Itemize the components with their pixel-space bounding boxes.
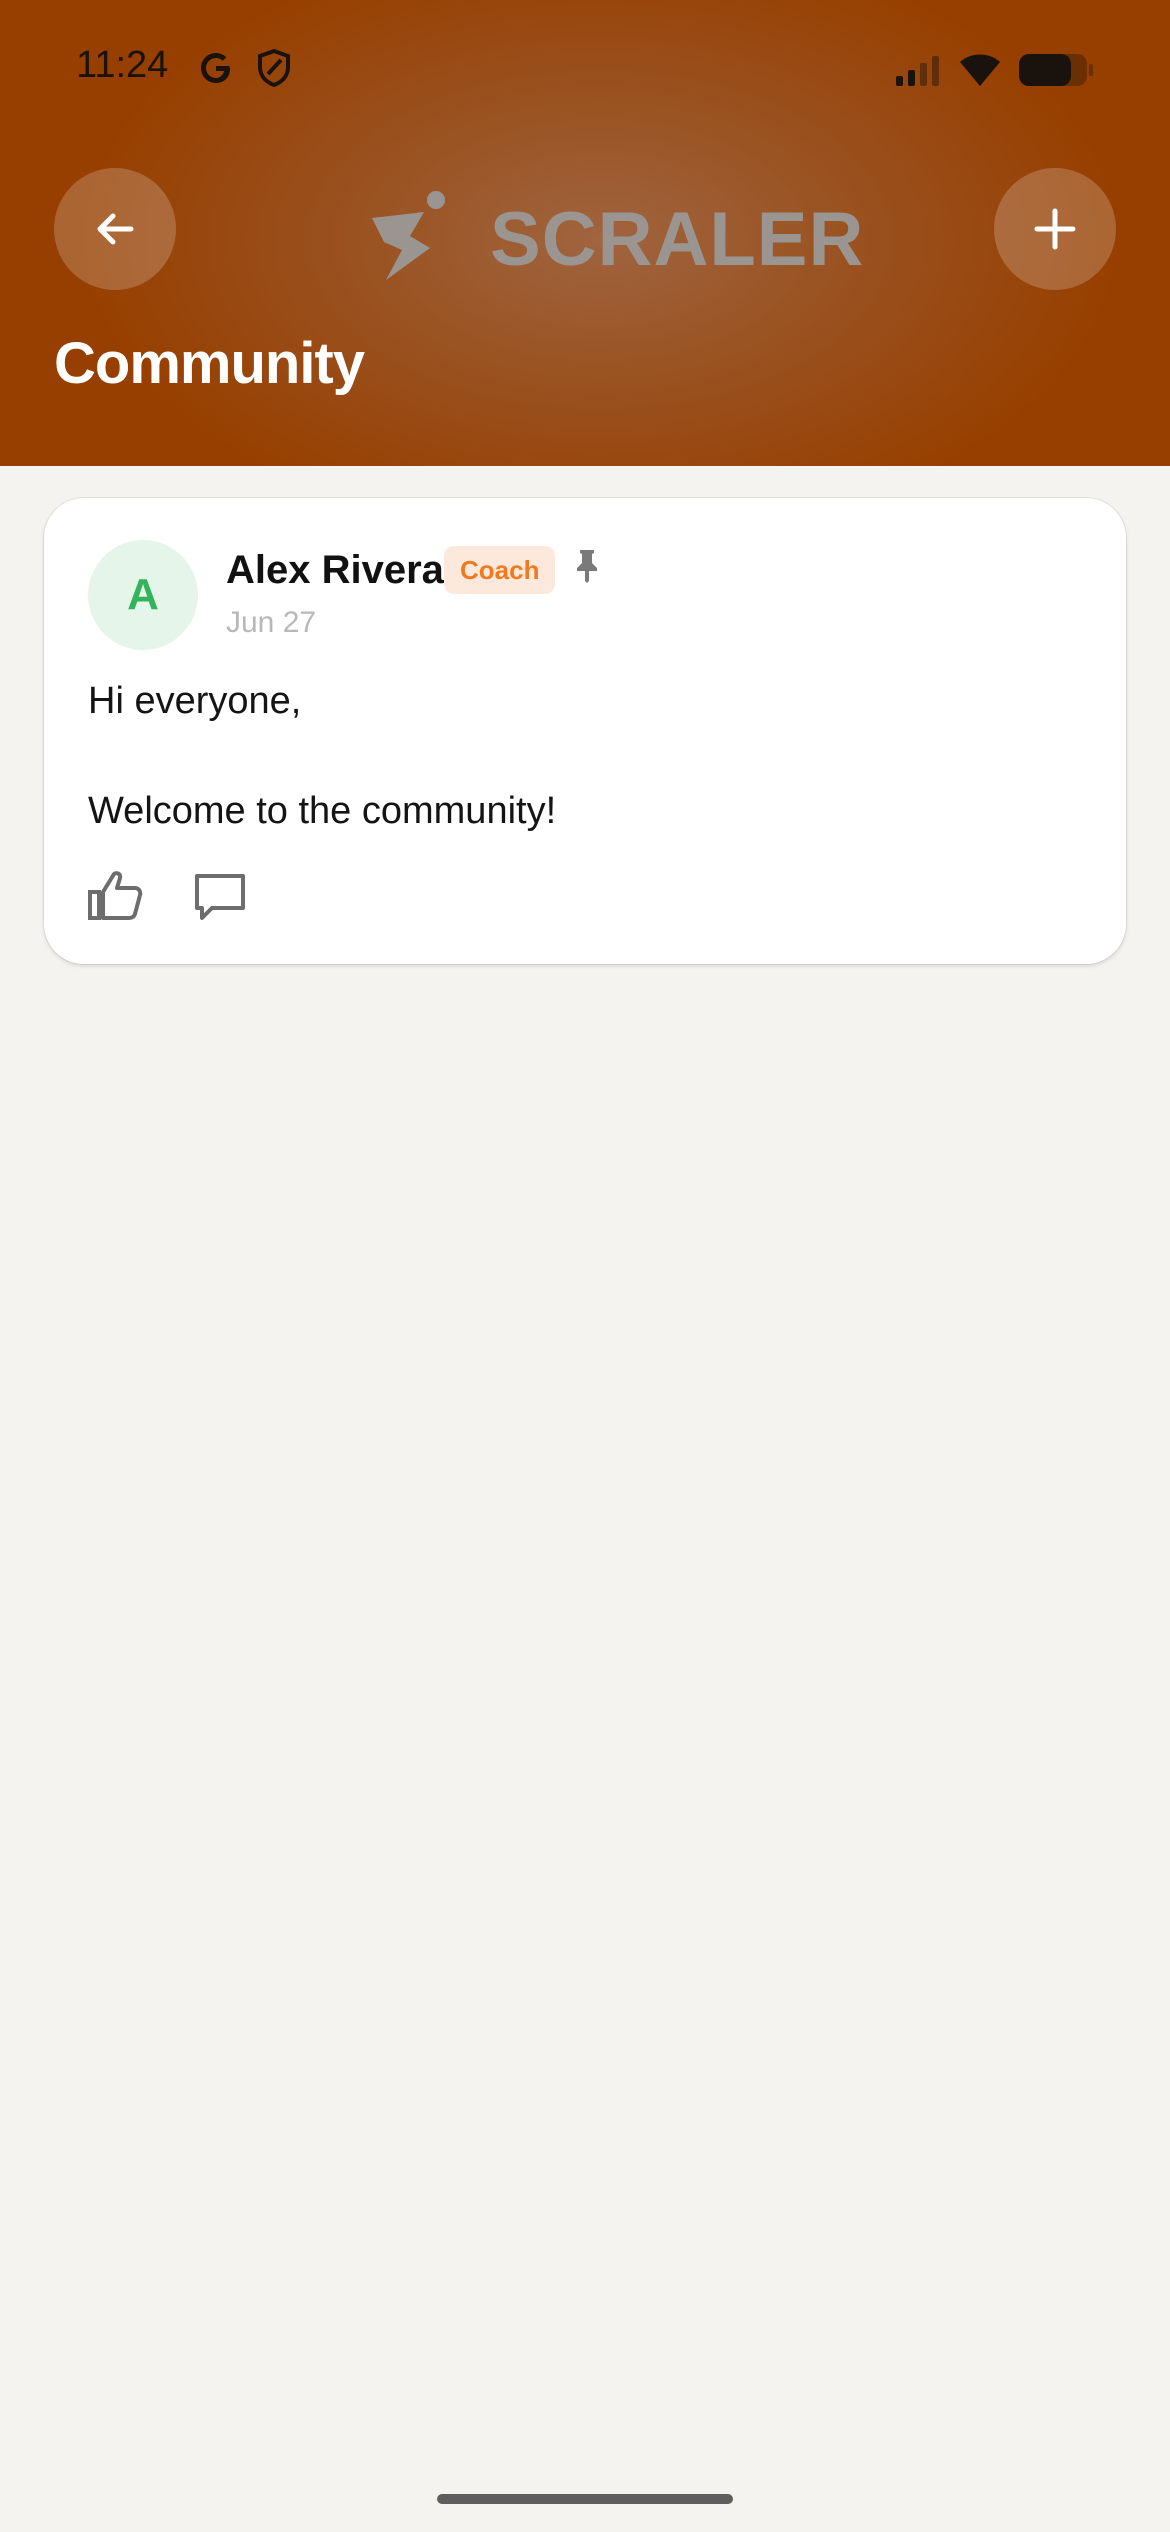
page-title: Community [54, 331, 365, 396]
header: 11:24 SCRALER Community [0, 0, 1170, 466]
shield-icon [256, 48, 292, 93]
comment-button[interactable] [192, 868, 248, 924]
home-indicator[interactable] [437, 2494, 733, 2504]
wifi-icon [956, 50, 1004, 93]
thumbs-up-icon [88, 871, 143, 920]
plus-icon [1034, 208, 1076, 250]
back-button[interactable] [54, 168, 176, 290]
add-post-button[interactable] [994, 168, 1116, 290]
post-card[interactable]: A Alex Rivera Coach Jun 27 Hi everyone, … [44, 498, 1126, 964]
like-button[interactable] [86, 868, 146, 924]
google-icon [196, 48, 236, 93]
runner-logo-icon [372, 191, 445, 280]
status-bar: 11:24 [0, 0, 1170, 140]
role-badge: Coach [444, 546, 556, 594]
status-time: 11:24 [76, 44, 169, 86]
logo-text: SCRALER [490, 197, 865, 282]
post-date: Jun 27 [226, 606, 317, 639]
comment-icon [195, 874, 245, 920]
community-screen: 11:24 SCRALER Community A Alex Rivera Co… [0, 0, 1170, 2532]
app-logo: SCRALER [360, 182, 863, 292]
avatar[interactable]: A [88, 540, 198, 650]
author-name[interactable]: Alex Rivera [226, 548, 444, 593]
back-arrow-icon [97, 213, 134, 245]
signal-icon [894, 54, 944, 91]
battery-icon [1018, 52, 1094, 93]
post-body: Hi everyone, Welcome to the community! [88, 680, 557, 832]
pin-icon [574, 548, 600, 589]
